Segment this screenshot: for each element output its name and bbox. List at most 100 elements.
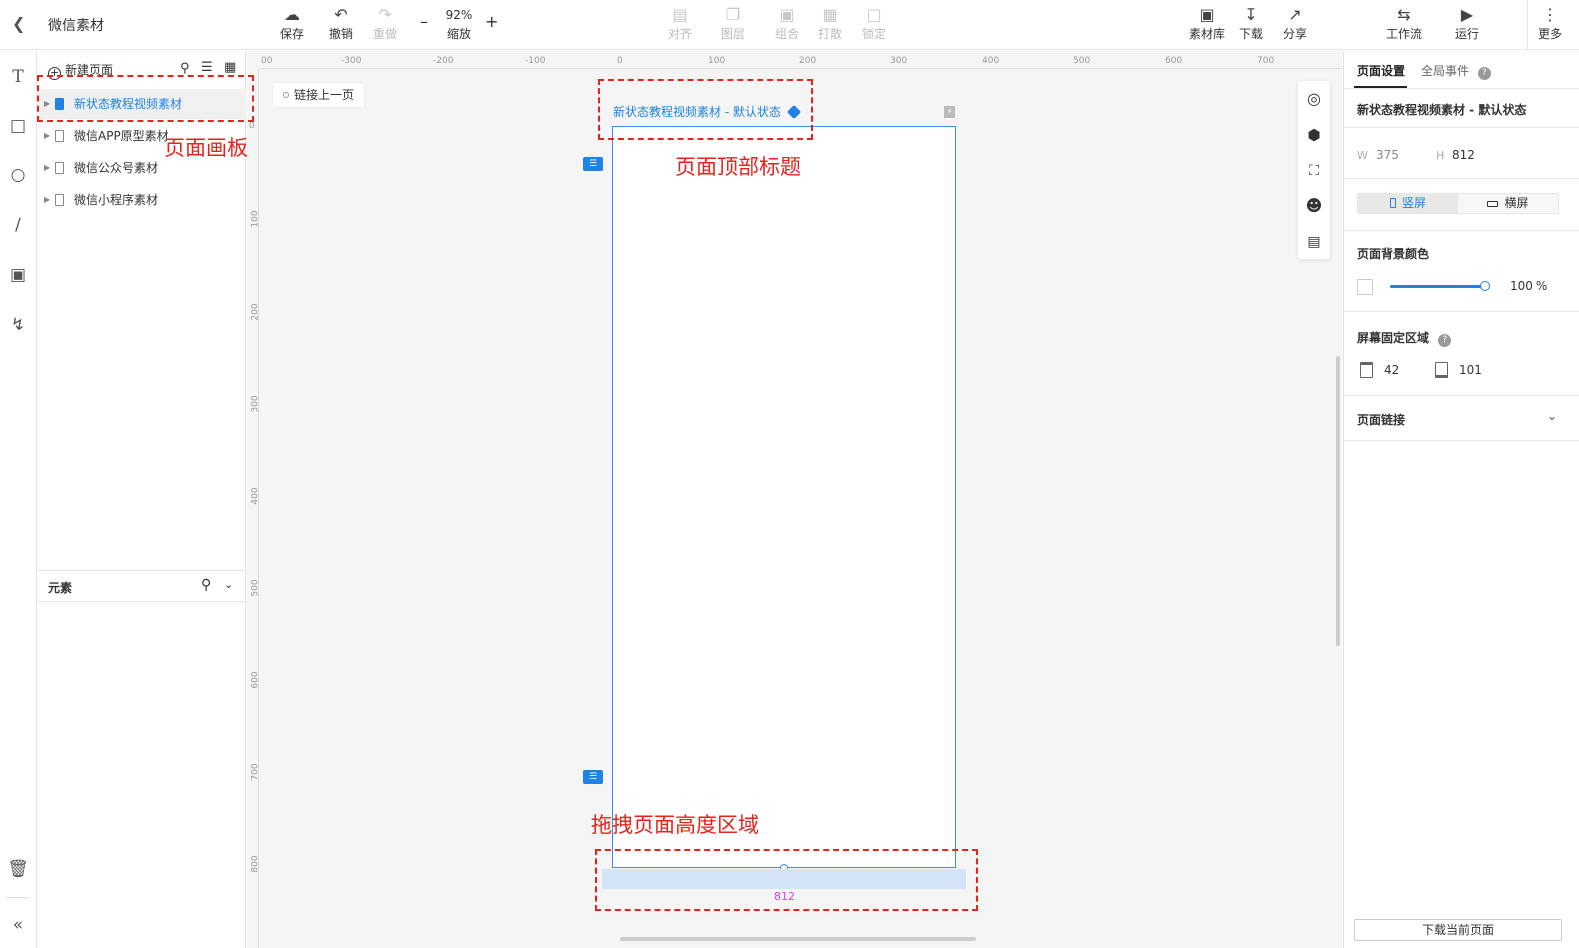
landscape-button[interactable]: 横屏 <box>1458 194 1558 213</box>
annotation-box-drag-height <box>595 849 978 911</box>
fixed-area-label: 屏幕固定区域 ? <box>1357 329 1452 347</box>
annotation-box-top-title <box>598 79 813 140</box>
fixed-bottom-icon <box>1435 362 1448 378</box>
target-icon[interactable]: ◎ <box>1304 89 1324 109</box>
align-icon: ▤ <box>672 5 688 24</box>
horizontal-ruler: 00 -300 -200 -100 0 100 200 300 400 500 … <box>259 51 1342 69</box>
image-tool-icon[interactable]: ▣ <box>6 263 30 287</box>
tabs-divider <box>1344 88 1579 89</box>
fixed-top-marker-icon[interactable]: ☰ <box>583 157 603 171</box>
canvas-area[interactable]: 00 -300 -200 -100 0 100 200 300 400 500 … <box>247 51 1342 948</box>
share-button[interactable]: ↗ 分享 <box>1273 4 1317 46</box>
elements-panel-title: 元素 <box>48 581 73 595</box>
rail-divider <box>6 897 30 898</box>
image-icon: ▣ <box>1199 5 1215 24</box>
lock-button[interactable]: □ 锁定 <box>852 4 896 46</box>
group-icon: ▣ <box>779 5 795 24</box>
chevron-down-icon[interactable]: ⌄ <box>1547 409 1557 423</box>
fixed-bottom-input[interactable]: 101 <box>1459 363 1482 377</box>
back-icon[interactable]: ❮ <box>12 14 25 33</box>
scan-icon[interactable]: ⛶ <box>1304 161 1324 181</box>
height-value-input[interactable]: 812 <box>1452 148 1475 162</box>
opacity-slider-handle[interactable] <box>1480 281 1490 291</box>
line-tool-icon[interactable]: ∕ <box>6 213 30 237</box>
help-icon[interactable]: ? <box>1438 334 1452 347</box>
circle-tool-icon[interactable]: ○ <box>6 163 30 187</box>
text-tool-icon[interactable]: T <box>6 65 30 89</box>
name-divider <box>1344 127 1579 128</box>
download-icon: ↧ <box>1244 5 1258 24</box>
pages-panel: + 新建页面 ⚲ ☰ ▦ ▶ 新状态教程视频素材 ▶ 微信APP原型素材 ▶ 微信公众号… <box>38 51 246 948</box>
align-button[interactable]: ▤ 对齐 <box>658 4 702 46</box>
portrait-button[interactable]: 竖屏 <box>1358 194 1458 213</box>
assets-button[interactable]: ▣ 素材库 <box>1185 4 1229 46</box>
tool-rail: T □ ○ ∕ ▣ ↯ 🗑 « <box>0 51 37 948</box>
link-previous-page-button[interactable]: 链接上一页 <box>273 83 365 107</box>
tab-page-settings[interactable]: 页面设置 <box>1357 62 1405 79</box>
tab-global-events[interactable]: 全局事件 ? <box>1421 62 1491 80</box>
emoji-icon[interactable]: ☻ <box>1304 196 1324 216</box>
annotation-page-board: 页面画板 <box>164 136 248 160</box>
page-file-icon <box>55 162 64 174</box>
chevron-down-icon[interactable]: ⌄ <box>224 578 233 591</box>
fixed-bottom-marker-icon[interactable]: ☰ <box>583 770 603 784</box>
rectangle-tool-icon[interactable]: □ <box>6 114 30 138</box>
annotation-top-title: 页面顶部标题 <box>675 155 801 179</box>
annotation-box-page-board <box>37 75 254 122</box>
zoom-control[interactable]: 92% 缩放 <box>437 4 481 46</box>
lock-icon: □ <box>866 5 882 24</box>
expand-arrow-icon[interactable]: ▶ <box>44 121 50 151</box>
opacity-value[interactable]: 100% <box>1510 279 1547 293</box>
height-label: H <box>1436 149 1445 162</box>
expand-arrow-icon[interactable]: ▶ <box>44 185 50 215</box>
ungroup-icon: ▦ <box>822 5 838 24</box>
bg-color-label: 页面背景颜色 <box>1357 247 1430 261</box>
redo-button[interactable]: ↷ 重做 <box>363 4 407 46</box>
search-icon[interactable]: ⚲ <box>180 61 190 76</box>
help-icon[interactable]: ? <box>1477 67 1491 80</box>
page-file-icon <box>55 130 64 142</box>
opacity-slider-track[interactable] <box>1390 285 1484 288</box>
undo-button[interactable]: ↶ 撤销 <box>319 4 363 46</box>
layer-button[interactable]: ❐ 图层 <box>711 4 755 46</box>
width-label: W <box>1357 149 1368 162</box>
cloud-upload-icon: ☁ <box>284 5 300 24</box>
ungroup-button[interactable]: ▦ 打散 <box>808 4 852 46</box>
phone-landscape-icon <box>1487 201 1499 207</box>
fixed-top-input[interactable]: 42 <box>1384 363 1399 377</box>
properties-panel: 页面设置 全局事件 ? 新状态教程视频素材 - 默认状态 W 375 H 812… <box>1343 51 1579 948</box>
run-button[interactable]: ▶ 运行 <box>1445 4 1489 46</box>
save-button[interactable]: ☁ 保存 <box>270 4 314 46</box>
more-button[interactable]: ⋮ 更多 <box>1528 4 1572 46</box>
play-icon: ▶ <box>1460 5 1474 24</box>
layout-template-icon[interactable]: ▤ <box>1304 232 1324 252</box>
elements-panel-divider <box>38 570 246 571</box>
download-button[interactable]: ↧ 下载 <box>1229 4 1273 46</box>
download-current-page-button[interactable]: 下载当前页面 <box>1354 919 1562 941</box>
page-artboard[interactable] <box>612 126 956 868</box>
vertical-scrollbar[interactable] <box>1336 356 1340 646</box>
elements-search-icon[interactable]: ⚲ <box>201 577 211 593</box>
expand-arrow-icon[interactable]: ▶ <box>44 153 50 183</box>
elements-header-divider <box>38 601 246 602</box>
zoom-out-button[interactable]: – <box>420 12 428 31</box>
zoom-in-button[interactable]: + <box>485 12 498 31</box>
grid-view-icon[interactable]: ▦ <box>224 60 236 75</box>
size-divider <box>1344 178 1579 179</box>
width-value: 375 <box>1376 148 1399 162</box>
cube-icon[interactable]: ⬢ <box>1304 125 1324 145</box>
workflow-button[interactable]: ⇆ 工作流 <box>1382 4 1426 46</box>
component-tool-icon[interactable]: ↯ <box>6 313 30 337</box>
collapse-panel-icon[interactable]: « <box>6 913 30 937</box>
project-title: 微信素材 <box>48 18 104 34</box>
interaction-bolt-icon[interactable]: ⚡ <box>944 106 955 118</box>
page-file-icon <box>55 194 64 206</box>
group-button[interactable]: ▣ 组合 <box>765 4 809 46</box>
trash-icon[interactable]: 🗑 <box>6 857 30 881</box>
link-dot-icon <box>283 92 289 98</box>
sort-list-icon[interactable]: ☰ <box>201 60 213 75</box>
horizontal-scrollbar[interactable] <box>620 937 976 941</box>
bg-color-swatch[interactable] <box>1357 279 1373 295</box>
page-item[interactable]: ▶ 微信小程序素材 <box>38 185 246 215</box>
page-link-label: 页面链接 <box>1357 413 1406 427</box>
